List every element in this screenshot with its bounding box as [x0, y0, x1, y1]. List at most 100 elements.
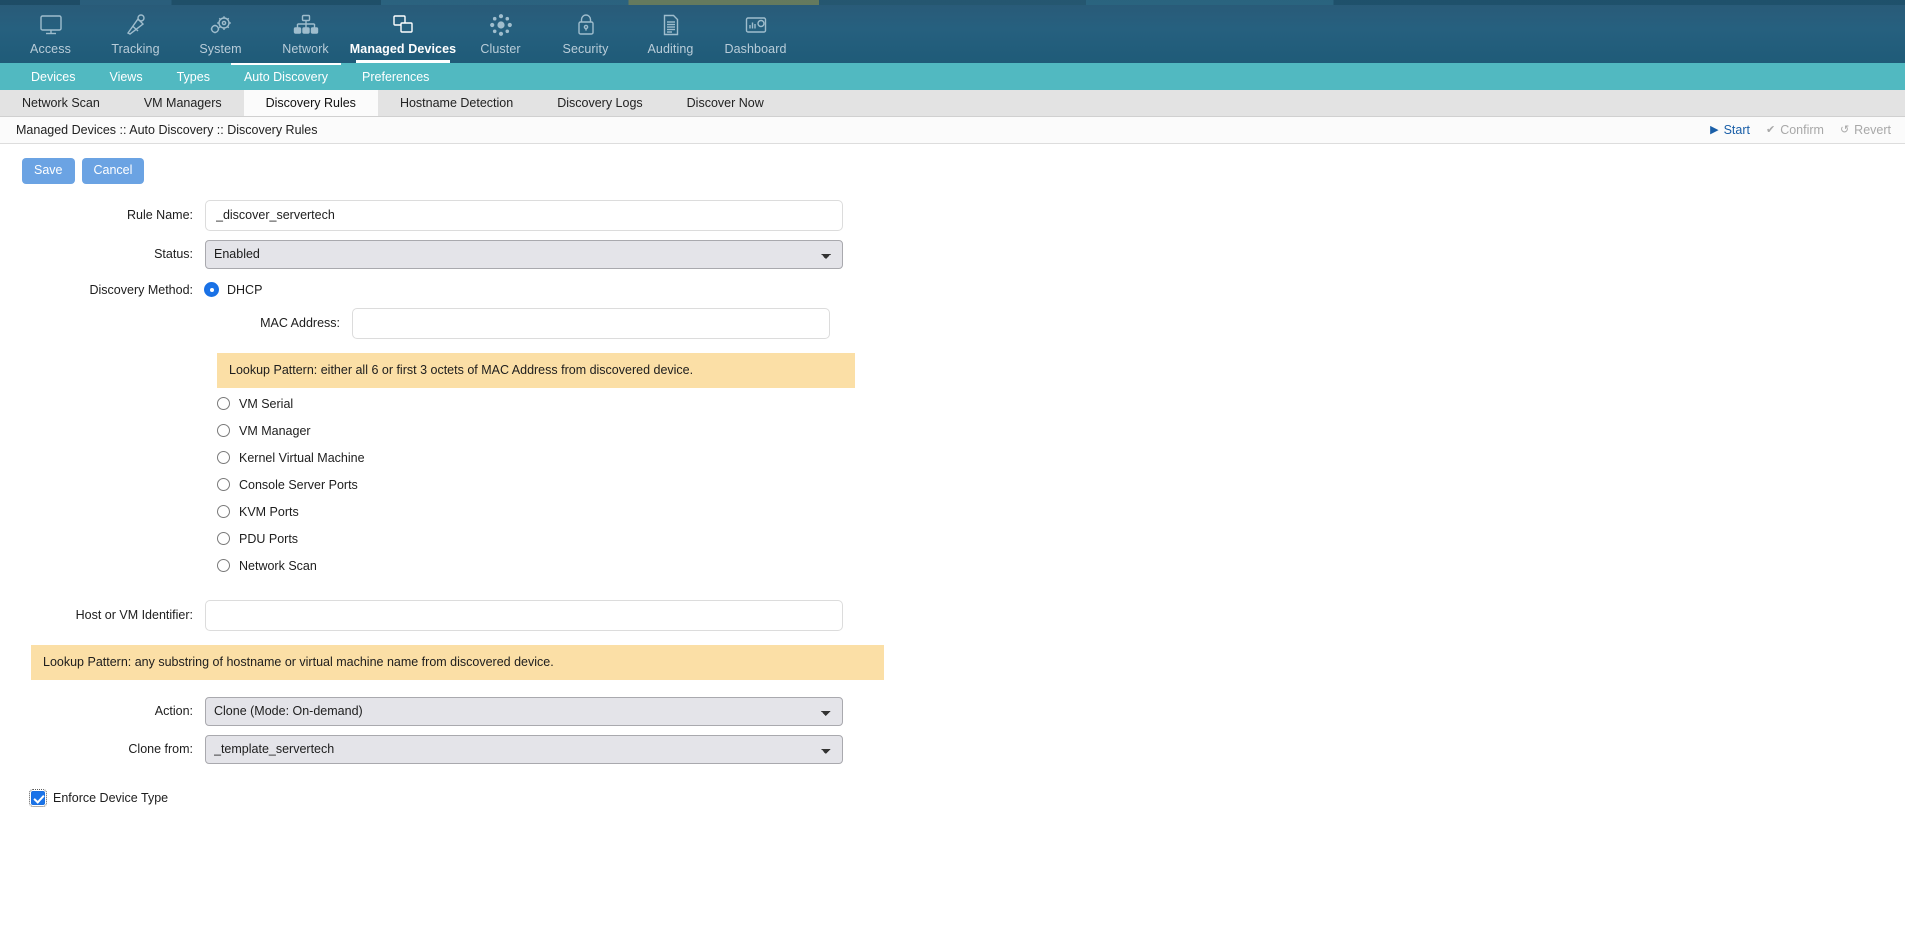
confirm-action-label: Confirm [1780, 123, 1824, 137]
discovery-method-row: Discovery Method: DHCP [0, 283, 1905, 297]
tab-label-hostname-detection: Hostname Detection [399, 96, 514, 110]
radio-dhcp-indicator [205, 283, 218, 296]
nav-label-system: System [199, 42, 242, 56]
revert-icon: ↺ [1839, 123, 1850, 136]
clone-from-label: Clone from: [128, 742, 193, 756]
radio-network-scan[interactable]: Network Scan [217, 559, 1905, 573]
radio-console-server-ports[interactable]: Console Server Ports [217, 478, 1905, 492]
tab-label-network-scan: Network Scan [22, 96, 100, 110]
nav-item-security[interactable]: Security [543, 5, 628, 63]
radio-pdu-ports-label: PDU Ports [239, 531, 299, 546]
discovery-method-label: Discovery Method: [89, 282, 193, 297]
rule-name-label: Rule Name: [127, 208, 193, 222]
cluster-nodes-icon [488, 12, 514, 38]
document-lines-icon [660, 12, 682, 38]
nav-item-access[interactable]: Access [8, 5, 93, 63]
nav-label-managed-devices: Managed Devices [349, 42, 457, 56]
enforce-device-type-row[interactable]: Enforce Device Type [0, 788, 1905, 807]
radio-vm-serial-label: VM Serial [239, 396, 294, 411]
subnav-item-types[interactable]: Types [160, 63, 227, 90]
tab-network-scan[interactable]: Network Scan [0, 90, 122, 116]
monitor-icon [39, 12, 63, 38]
radio-kernel-virtual-machine-label: Kernel Virtual Machine [239, 450, 365, 465]
nav-item-system[interactable]: System [178, 5, 263, 63]
host-identifier-row: Host or VM Identifier: [0, 599, 1905, 631]
radio-console-server-ports-indicator [217, 478, 230, 491]
tab-hostname-detection[interactable]: Hostname Detection [378, 90, 535, 116]
radio-vm-serial[interactable]: VM Serial [217, 397, 1905, 411]
breadcrumb-bar: Managed Devices :: Auto Discovery :: Dis… [0, 117, 1905, 144]
tab-strip: Network Scan VM Managers Discovery Rules… [0, 90, 1905, 117]
nav-item-auditing[interactable]: Auditing [628, 5, 713, 63]
host-lookup-pattern-note: Lookup Pattern: any substring of hostnam… [31, 644, 884, 680]
radio-kvm-ports-indicator [217, 505, 230, 518]
subnav-label-types: Types [176, 69, 210, 84]
enforce-device-type-label: Enforce Device Type [53, 790, 169, 805]
nav-label-security: Security [562, 42, 609, 56]
bar-chart-icon [744, 12, 768, 38]
radio-network-scan-indicator [217, 559, 230, 572]
confirm-action: ✔ Confirm [1766, 123, 1824, 137]
status-select[interactable]: Enabled [205, 239, 843, 269]
clone-from-select[interactable]: _template_servertech [205, 734, 843, 764]
radio-console-server-ports-label: Console Server Ports [239, 477, 358, 492]
radio-vm-manager-indicator [217, 424, 230, 437]
radio-dhcp-label: DHCP [227, 282, 263, 297]
tab-vm-managers[interactable]: VM Managers [122, 90, 244, 116]
start-action[interactable]: ▶ Start [1710, 123, 1750, 137]
nav-item-managed-devices[interactable]: Managed Devices [348, 5, 458, 63]
network-tree-icon [293, 12, 319, 38]
nav-label-auditing: Auditing [647, 42, 694, 56]
nav-item-cluster[interactable]: Cluster [458, 5, 543, 63]
subnav-item-auto-discovery[interactable]: Auto Discovery [227, 63, 345, 90]
action-row: Action: Clone (Mode: On-demand) [0, 696, 1905, 726]
radio-vm-serial-indicator [217, 397, 230, 410]
start-action-label: Start [1723, 123, 1750, 137]
rule-name-row: Rule Name: [0, 199, 1905, 231]
subnav-item-preferences[interactable]: Preferences [345, 63, 446, 90]
mac-address-input[interactable] [352, 307, 830, 339]
mac-lookup-pattern-note: Lookup Pattern: either all 6 or first 3 … [217, 352, 855, 388]
cancel-button[interactable]: Cancel [81, 158, 145, 184]
subnav-item-views[interactable]: Views [92, 63, 159, 90]
nav-item-dashboard[interactable]: Dashboard [713, 5, 798, 63]
mac-address-label: MAC Address: [260, 316, 340, 330]
radio-kvm-ports[interactable]: KVM Ports [217, 505, 1905, 519]
host-identifier-input[interactable] [205, 599, 843, 631]
nav-label-dashboard: Dashboard [724, 42, 787, 56]
action-label: Action: [154, 704, 193, 718]
action-select[interactable]: Clone (Mode: On-demand) [205, 696, 843, 726]
breadcrumb: Managed Devices :: Auto Discovery :: Dis… [16, 123, 318, 137]
radio-dhcp[interactable]: DHCP [205, 283, 262, 297]
satellite-dish-icon [124, 12, 148, 38]
radio-vm-manager-label: VM Manager [239, 423, 311, 438]
clone-from-row: Clone from: _template_servertech [0, 734, 1905, 764]
radio-kernel-virtual-machine[interactable]: Kernel Virtual Machine [217, 451, 1905, 465]
tab-discover-now[interactable]: Discover Now [665, 90, 786, 116]
nav-item-network[interactable]: Network [263, 5, 348, 63]
subnav-label-auto-discovery: Auto Discovery [243, 69, 329, 84]
discovery-rule-form-page: Save Cancel Rule Name: Status: Enabled D… [0, 144, 1905, 941]
status-label: Status: [154, 247, 193, 261]
tab-discovery-rules[interactable]: Discovery Rules [243, 90, 378, 116]
rule-name-input[interactable] [205, 199, 843, 231]
nav-label-cluster: Cluster [480, 42, 521, 56]
nav-label-access: Access [30, 42, 71, 56]
radio-pdu-ports-indicator [217, 532, 230, 545]
enforce-device-type-checkbox[interactable] [29, 788, 47, 807]
subnav-item-devices[interactable]: Devices [14, 63, 92, 90]
nav-label-tracking: Tracking [111, 42, 160, 56]
radio-pdu-ports[interactable]: PDU Ports [217, 532, 1905, 546]
save-button[interactable]: Save [22, 158, 75, 184]
breadcrumb-actions: ▶ Start ✔ Confirm ↺ Revert [1710, 123, 1891, 137]
nav-item-tracking[interactable]: Tracking [93, 5, 178, 63]
tab-label-vm-managers: VM Managers [143, 96, 222, 110]
tab-label-discover-now: Discover Now [686, 96, 764, 110]
radio-network-scan-label: Network Scan [239, 558, 317, 573]
radio-vm-manager[interactable]: VM Manager [217, 424, 1905, 438]
primary-navigation-bar: Access Tracking System Network Managed D… [0, 0, 1905, 63]
tab-label-discovery-rules: Discovery Rules [265, 96, 356, 110]
radio-kvm-ports-label: KVM Ports [239, 504, 299, 519]
tab-discovery-logs[interactable]: Discovery Logs [535, 90, 664, 116]
revert-action-label: Revert [1854, 123, 1891, 137]
